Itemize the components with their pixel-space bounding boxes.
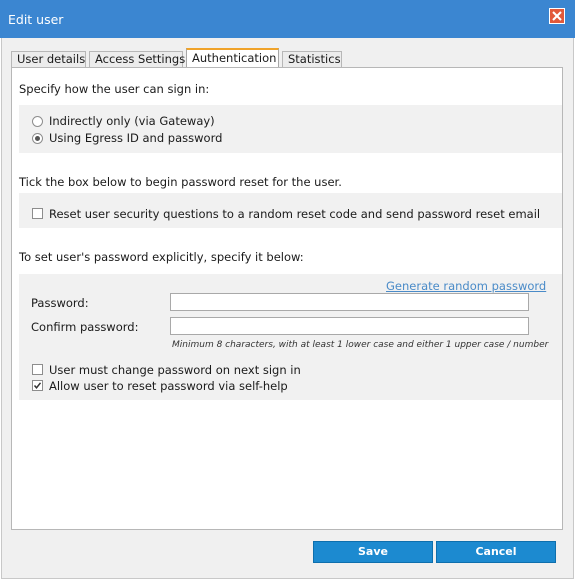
generate-password-link[interactable]: Generate random password (386, 279, 546, 293)
window-title: Edit user (8, 12, 64, 27)
password-hint: Minimum 8 characters, with at least 1 lo… (172, 340, 549, 350)
password-input[interactable] (170, 293, 529, 311)
signin-indirect-label: Indirectly only (via Gateway) (49, 114, 215, 128)
reset-security-label: Reset user security questions to a rando… (49, 207, 541, 221)
signin-egress-radio[interactable] (32, 133, 43, 144)
close-button[interactable] (549, 8, 565, 24)
tab-statistics[interactable]: Statistics (282, 51, 342, 67)
must-change-checkbox[interactable] (32, 364, 43, 375)
tab-access-settings[interactable]: Access Settings (89, 51, 185, 67)
tab-user-details[interactable]: User details (11, 51, 86, 67)
password-heading: To set user's password explicitly, speci… (19, 250, 304, 264)
title-bar: Edit user (0, 0, 575, 38)
signin-egress-label: Using Egress ID and password (49, 131, 223, 145)
signin-options-group (19, 105, 562, 153)
cancel-button[interactable]: Cancel (436, 541, 556, 563)
self-help-checkbox[interactable] (32, 380, 43, 391)
checkmark-icon (33, 382, 42, 389)
confirm-password-label: Confirm password: (31, 320, 139, 334)
save-button[interactable]: Save (313, 541, 433, 563)
reset-security-checkbox[interactable] (32, 208, 43, 219)
signin-heading: Specify how the user can sign in: (19, 82, 210, 96)
tab-authentication[interactable]: Authentication (186, 48, 279, 68)
reset-heading: Tick the box below to begin password res… (19, 175, 342, 189)
confirm-password-input[interactable] (170, 317, 529, 335)
self-help-label: Allow user to reset password via self-he… (49, 379, 288, 393)
close-icon (552, 11, 562, 21)
signin-indirect-radio[interactable] (32, 116, 43, 127)
password-label: Password: (31, 296, 89, 310)
must-change-label: User must change password on next sign i… (49, 363, 301, 377)
